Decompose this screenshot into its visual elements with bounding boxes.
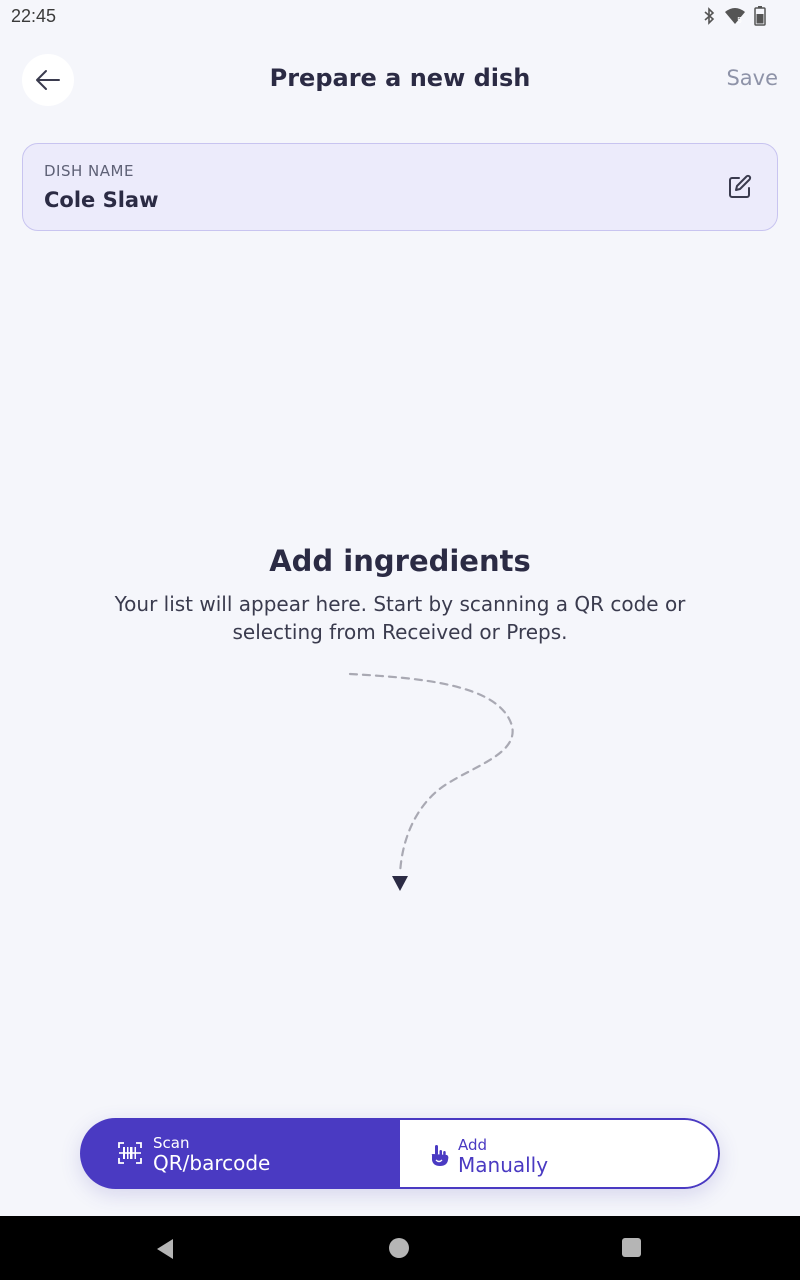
scan-label-small: Scan — [153, 1134, 190, 1152]
bluetooth-icon — [704, 7, 715, 25]
empty-state-text: Your list will appear here. Start by sca… — [114, 592, 686, 644]
save-button[interactable]: Save — [726, 66, 778, 90]
add-manually-button[interactable]: Add Manually — [400, 1118, 720, 1189]
dish-name-field[interactable]: DISH NAME Cole Slaw — [22, 143, 778, 231]
edit-icon[interactable] — [727, 174, 753, 200]
barcode-icon — [118, 1142, 142, 1164]
page-title: Prepare a new dish — [269, 64, 531, 92]
status-bar: 22:45 5 — [0, 0, 800, 32]
status-time: 22:45 — [11, 6, 57, 26]
nav-back-icon[interactable] — [155, 1238, 175, 1260]
dish-name-value: Cole Slaw — [44, 188, 159, 212]
dashed-arrow-illustration — [348, 672, 514, 891]
battery-icon — [754, 6, 766, 26]
dish-name-label: DISH NAME — [44, 162, 134, 180]
system-nav-bar — [0, 1216, 800, 1280]
nav-home-icon[interactable] — [389, 1238, 409, 1258]
svg-text:5: 5 — [737, 16, 742, 25]
hand-pointer-icon — [431, 1145, 449, 1166]
nav-recents-icon[interactable] — [622, 1238, 641, 1257]
add-ingredient-actions: Scan QR/barcode Add Manually — [80, 1118, 720, 1189]
manual-label-small: Add — [458, 1136, 488, 1154]
scan-label-big: QR/barcode — [153, 1151, 271, 1175]
scan-qr-button[interactable]: Scan QR/barcode — [80, 1118, 400, 1189]
empty-state-title: Add ingredients — [269, 544, 531, 578]
wifi-icon: 5 — [725, 8, 745, 25]
manual-label-big: Manually — [458, 1153, 549, 1177]
status-icons: 5 — [702, 6, 766, 26]
